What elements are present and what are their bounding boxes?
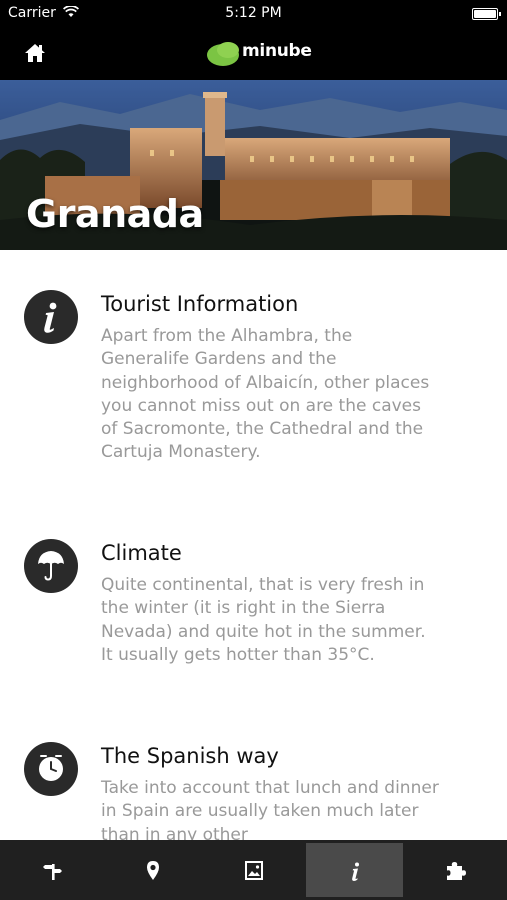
clock: 5:12 PM — [225, 5, 282, 21]
status-bar: Carrier 5:12 PM — [0, 0, 507, 28]
tab-extras[interactable] — [406, 843, 503, 897]
logo-text: minube — [242, 41, 312, 61]
tab-map[interactable] — [104, 843, 201, 897]
section-title: Climate — [101, 541, 182, 565]
location-pin-icon — [147, 861, 159, 880]
city-title: Granada — [26, 192, 204, 236]
logo-blob-icon — [207, 42, 239, 66]
tab-info[interactable] — [306, 843, 403, 897]
battery-icon — [472, 8, 501, 20]
section-body: Take into account that lunch and dinner … — [101, 778, 439, 845]
section-title: Tourist Information — [101, 292, 299, 316]
umbrella-icon — [24, 539, 78, 593]
nav-bar: minube — [0, 28, 507, 80]
clock-icon — [24, 742, 78, 796]
section-body: Quite continental, that is very fresh in… — [101, 575, 426, 665]
section-body: Apart from the Alhambra, the Generalife … — [101, 326, 430, 463]
home-button[interactable] — [22, 40, 48, 66]
home-icon — [25, 44, 45, 62]
puzzle-icon — [447, 862, 466, 880]
info-icon — [352, 862, 359, 881]
tab-directions[interactable] — [4, 843, 101, 897]
section-title: The Spanish way — [101, 744, 279, 768]
photo-icon — [245, 861, 263, 880]
signpost-icon — [43, 864, 62, 880]
hero-image: Granada — [0, 80, 507, 250]
tab-bar — [0, 840, 507, 900]
tab-photos[interactable] — [205, 843, 302, 897]
info-icon — [24, 290, 78, 344]
